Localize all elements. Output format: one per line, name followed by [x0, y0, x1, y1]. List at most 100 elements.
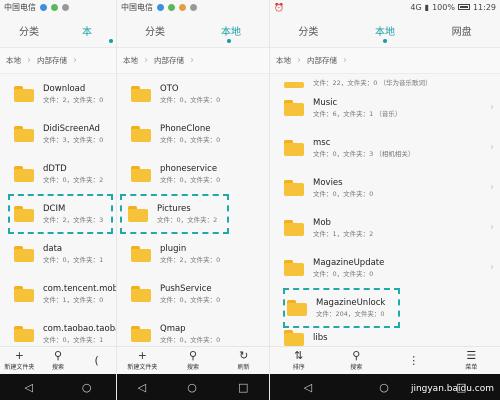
list-item[interactable]: PushService 文件：0，文件夹：0: [117, 274, 269, 314]
home-icon[interactable]: ○: [82, 381, 92, 394]
more-button[interactable]: ⋮: [385, 347, 443, 374]
folder-meta: 文件：2，文件夹：0: [43, 95, 104, 104]
list-item[interactable]: DidiScreenAd 文件：3，文件夹：0: [0, 114, 116, 154]
chevron-right-icon: ›: [27, 55, 31, 66]
new-folder-button[interactable]: + 新建文件夹: [0, 347, 39, 374]
folder-icon: [14, 126, 34, 142]
plus-icon: +: [14, 349, 24, 362]
toolbar-label: 搜索: [187, 364, 200, 371]
menu-button[interactable]: ☰ 菜单: [443, 347, 500, 374]
search-icon: ⚲: [53, 349, 63, 362]
list-item[interactable]: Movies 文件：0，文件夹：0 ›: [270, 168, 500, 208]
back-icon[interactable]: ◁: [24, 381, 32, 394]
chevron-right-icon: ›: [343, 55, 347, 66]
file-manager-panel-2: 中国电信 分类 本地 本地 › 内部存储 › OTO 文件：0，文件夹：0 Pho…: [117, 0, 270, 400]
list-item[interactable]: phoneservice 文件：0，文件夹：0: [117, 154, 269, 194]
toolbar-label: 搜索: [350, 364, 363, 371]
folder-meta: 文件：0，文件夹：2: [43, 175, 104, 184]
home-icon[interactable]: ○: [379, 381, 389, 394]
search-button[interactable]: ⚲ 搜索: [328, 347, 386, 374]
recents-icon[interactable]: □: [238, 381, 248, 394]
list-item[interactable]: com.tencent.mobil 文件：1，文件夹：0: [0, 274, 116, 314]
folder-icon: [14, 206, 34, 222]
breadcrumb-internal-storage[interactable]: 内部存储: [307, 55, 337, 66]
folder-meta: 文件：3，文件夹：0: [43, 135, 104, 144]
list-item[interactable]: dDTD 文件：0，文件夹：2: [0, 154, 116, 194]
watermark: jingyan.baidu.com: [410, 384, 494, 394]
folder-meta: 文件：6，文件夹：1 （音乐）: [313, 109, 402, 118]
tab-local[interactable]: 本地: [193, 23, 269, 38]
tab-cloud[interactable]: 网盘: [423, 23, 500, 38]
search-button[interactable]: ⚲ 搜索: [39, 347, 78, 374]
folder-icon: [131, 126, 151, 142]
list-item[interactable]: msc 文件：0，文件夹：3 （相机相关） ›: [270, 128, 500, 168]
toolbar-label: 搜索: [52, 364, 65, 371]
breadcrumb-local[interactable]: 本地: [276, 55, 291, 66]
tab-category[interactable]: 分类: [0, 23, 58, 38]
carrier-label: 中国电信: [121, 2, 153, 12]
home-icon[interactable]: ○: [187, 381, 197, 394]
folder-meta: 文件：0，文件夹：0: [160, 95, 221, 104]
list-item-dcim[interactable]: DCIM 文件：2，文件夹：3: [8, 194, 113, 234]
list-item[interactable]: Download 文件：2，文件夹：0: [0, 74, 116, 114]
refresh-button[interactable]: (: [77, 347, 116, 374]
folder-meta: 文件：0，文件夹：0: [160, 335, 221, 344]
toolbar-label: 排序: [292, 364, 305, 371]
folder-meta: 文件：0，文件夹：0: [313, 269, 374, 278]
tab-local[interactable]: 本地: [347, 23, 424, 38]
folder-name: msc: [313, 137, 331, 148]
folder-meta: 文件：204，文件夹：0: [316, 309, 385, 318]
tab-category[interactable]: 分类: [117, 23, 193, 38]
breadcrumb: 本地 › 内部存储 ›: [0, 48, 116, 74]
tab-local[interactable]: 本: [58, 23, 116, 38]
tab-bar: 分类 本: [0, 14, 116, 48]
notification-icon: [190, 3, 197, 11]
chevron-right-icon: ›: [490, 142, 494, 153]
folder-name: libs: [313, 332, 328, 343]
folder-icon: [14, 86, 34, 102]
status-bar: ⏰ 4G ▮ 100% 11:29: [270, 0, 500, 14]
toolbar-label: 新建文件夹: [4, 364, 35, 371]
back-icon[interactable]: ◁: [304, 381, 312, 394]
carrier-label: 中国电信: [4, 2, 36, 12]
breadcrumb-internal-storage[interactable]: 内部存储: [37, 55, 67, 66]
list-item-magazineunlock[interactable]: MagazineUnlock 文件：204，文件夹：0: [283, 288, 400, 328]
breadcrumb-local[interactable]: 本地: [6, 55, 21, 66]
list-item-partial[interactable]: libs: [270, 328, 500, 348]
back-icon[interactable]: ◁: [138, 381, 146, 394]
toolbar-label: 菜单: [465, 364, 478, 371]
breadcrumb-local[interactable]: 本地: [123, 55, 138, 66]
refresh-button[interactable]: ↻ 刷新: [218, 347, 269, 374]
list-item[interactable]: plugin 文件：2，文件夹：0: [117, 234, 269, 274]
new-folder-button[interactable]: + 新建文件夹: [117, 347, 168, 374]
folder-name: Movies: [313, 177, 343, 188]
system-nav-bar: ◁ ○ □: [117, 374, 269, 400]
tab-category[interactable]: 分类: [270, 23, 347, 38]
folder-name: Qmap: [160, 323, 186, 334]
folder-icon: [131, 246, 151, 262]
list-item[interactable]: MagazineUpdate 文件：0，文件夹：0 ›: [270, 248, 500, 288]
folder-icon: [284, 100, 304, 116]
alarm-icon: ⏰: [274, 2, 284, 12]
folder-meta: 文件：22，文件夹：0 （华为音乐歌词）: [313, 79, 432, 87]
list-item-partial[interactable]: 文件：22，文件夹：0 （华为音乐歌词）: [270, 74, 500, 88]
battery-label: 100%: [432, 2, 455, 12]
list-item[interactable]: data 文件：0，文件夹：1: [0, 234, 116, 274]
list-item[interactable]: OTO 文件：0，文件夹：0: [117, 74, 269, 114]
clock: 11:29: [472, 2, 496, 12]
list-item-pictures[interactable]: Pictures 文件：0，文件夹：2: [120, 194, 229, 234]
breadcrumb-internal-storage[interactable]: 内部存储: [154, 55, 184, 66]
sort-button[interactable]: ⇅ 排序: [270, 347, 328, 374]
signal-label: 4G: [410, 2, 422, 12]
list-item[interactable]: Mob 文件：1，文件夹：2 ›: [270, 208, 500, 248]
list-item[interactable]: PhoneClone 文件：0，文件夹：0: [117, 114, 269, 154]
search-button[interactable]: ⚲ 搜索: [168, 347, 219, 374]
folder-meta: 文件：0，文件夹：0: [313, 189, 374, 198]
folder-icon: [131, 86, 151, 102]
folder-meta: 文件：0，文件夹：0: [160, 295, 221, 304]
search-icon: ⚲: [188, 349, 198, 362]
folder-name: data: [43, 243, 63, 254]
chevron-right-icon: ›: [490, 102, 494, 113]
folder-name: Music: [313, 97, 338, 108]
list-item[interactable]: Music 文件：6，文件夹：1 （音乐） ›: [270, 88, 500, 128]
